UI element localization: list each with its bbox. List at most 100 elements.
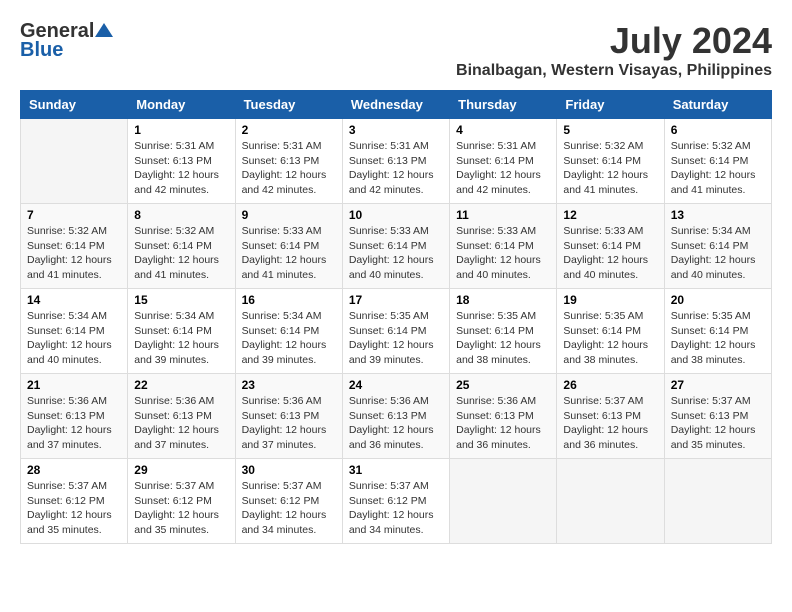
calendar-cell [21,119,128,204]
days-header-row: SundayMondayTuesdayWednesdayThursdayFrid… [21,91,772,119]
week-row-5: 28 Sunrise: 5:37 AMSunset: 6:12 PMDayligh… [21,459,772,544]
day-number: 14 [27,293,121,307]
calendar-cell: 12 Sunrise: 5:33 AMSunset: 6:14 PMDayligh… [557,204,664,289]
day-info: Sunrise: 5:35 AMSunset: 6:14 PMDaylight:… [349,309,443,368]
day-number: 27 [671,378,765,392]
day-number: 21 [27,378,121,392]
calendar-cell: 5 Sunrise: 5:32 AMSunset: 6:14 PMDaylight… [557,119,664,204]
day-info: Sunrise: 5:36 AMSunset: 6:13 PMDaylight:… [242,394,336,453]
day-info: Sunrise: 5:34 AMSunset: 6:14 PMDaylight:… [242,309,336,368]
calendar-cell: 3 Sunrise: 5:31 AMSunset: 6:13 PMDaylight… [342,119,449,204]
day-header-monday: Monday [128,91,235,119]
day-number: 3 [349,123,443,137]
day-number: 24 [349,378,443,392]
logo-blue-text: Blue [20,39,63,62]
calendar-cell: 23 Sunrise: 5:36 AMSunset: 6:13 PMDayligh… [235,374,342,459]
day-info: Sunrise: 5:37 AMSunset: 6:12 PMDaylight:… [242,479,336,538]
calendar-cell: 2Sunrise: 5:31 AMSunset: 6:13 PMDaylight… [235,119,342,204]
calendar-cell: 14 Sunrise: 5:34 AMSunset: 6:14 PMDayligh… [21,289,128,374]
calendar-cell: 7 Sunrise: 5:32 AMSunset: 6:14 PMDaylight… [21,204,128,289]
calendar-cell: 25 Sunrise: 5:36 AMSunset: 6:13 PMDayligh… [450,374,557,459]
calendar-cell [557,459,664,544]
day-number: 5 [563,123,657,137]
day-info: Sunrise: 5:35 AMSunset: 6:14 PMDaylight:… [456,309,550,368]
week-row-3: 14 Sunrise: 5:34 AMSunset: 6:14 PMDayligh… [21,289,772,374]
day-header-sunday: Sunday [21,91,128,119]
day-info: Sunrise: 5:34 AMSunset: 6:14 PMDaylight:… [27,309,121,368]
day-number: 18 [456,293,550,307]
day-number: 28 [27,463,121,477]
day-info: Sunrise: 5:36 AMSunset: 6:13 PMDaylight:… [134,394,228,453]
calendar-cell: 17 Sunrise: 5:35 AMSunset: 6:14 PMDayligh… [342,289,449,374]
calendar-cell [664,459,771,544]
calendar-cell: 13 Sunrise: 5:34 AMSunset: 6:14 PMDayligh… [664,204,771,289]
day-number: 7 [27,208,121,222]
day-number: 19 [563,293,657,307]
day-info: Sunrise: 5:32 AMSunset: 6:14 PMDaylight:… [134,224,228,283]
logo-bird-icon [95,23,113,41]
day-info: Sunrise: 5:33 AMSunset: 6:14 PMDaylight:… [349,224,443,283]
day-info: Sunrise: 5:35 AMSunset: 6:14 PMDaylight:… [563,309,657,368]
calendar-cell: 21Sunrise: 5:36 AMSunset: 6:13 PMDayligh… [21,374,128,459]
day-header-tuesday: Tuesday [235,91,342,119]
day-number: 30 [242,463,336,477]
day-info: Sunrise: 5:33 AMSunset: 6:14 PMDaylight:… [563,224,657,283]
location: Binalbagan, Western Visayas, Philippines [456,62,772,80]
day-info: Sunrise: 5:36 AMSunset: 6:13 PMDaylight:… [456,394,550,453]
header: General Blue July 2024 Binalbagan, Weste… [20,20,772,80]
calendar-cell: 11Sunrise: 5:33 AMSunset: 6:14 PMDayligh… [450,204,557,289]
day-number: 11 [456,208,550,222]
calendar-cell [450,459,557,544]
day-info: Sunrise: 5:36 AMSunset: 6:13 PMDaylight:… [349,394,443,453]
day-number: 17 [349,293,443,307]
calendar-cell: 22 Sunrise: 5:36 AMSunset: 6:13 PMDayligh… [128,374,235,459]
day-number: 15 [134,293,228,307]
day-info: Sunrise: 5:37 AMSunset: 6:13 PMDaylight:… [671,394,765,453]
day-info: Sunrise: 5:31 AMSunset: 6:13 PMDaylight:… [134,139,228,198]
week-row-1: 1 Sunrise: 5:31 AMSunset: 6:13 PMDaylight… [21,119,772,204]
day-number: 25 [456,378,550,392]
calendar-cell: 15 Sunrise: 5:34 AMSunset: 6:14 PMDayligh… [128,289,235,374]
day-number: 1 [134,123,228,137]
logo: General Blue [20,20,113,62]
title-section: July 2024 Binalbagan, Western Visayas, P… [456,20,772,80]
day-header-friday: Friday [557,91,664,119]
day-number: 9 [242,208,336,222]
day-number: 29 [134,463,228,477]
day-info: Sunrise: 5:32 AMSunset: 6:14 PMDaylight:… [563,139,657,198]
calendar-cell: 18 Sunrise: 5:35 AMSunset: 6:14 PMDayligh… [450,289,557,374]
calendar-cell: 31Sunrise: 5:37 AMSunset: 6:12 PMDayligh… [342,459,449,544]
week-row-4: 21 Sunrise: 5:36 AMSunset: 6:13 PMDayligh… [21,374,772,459]
day-info: Sunrise: 5:34 AMSunset: 6:14 PMDaylight:… [671,224,765,283]
calendar-cell: 30 Sunrise: 5:37 AMSunset: 6:12 PMDayligh… [235,459,342,544]
day-header-wednesday: Wednesday [342,91,449,119]
calendar-cell: 8 Sunrise: 5:32 AMSunset: 6:14 PMDaylight… [128,204,235,289]
calendar-cell: 27 Sunrise: 5:37 AMSunset: 6:13 PMDayligh… [664,374,771,459]
calendar-cell: 4Sunrise: 5:31 AMSunset: 6:14 PMDaylight… [450,119,557,204]
calendar-cell: 24 Sunrise: 5:36 AMSunset: 6:13 PMDayligh… [342,374,449,459]
day-header-saturday: Saturday [664,91,771,119]
day-number: 6 [671,123,765,137]
day-info: Sunrise: 5:31 AMSunset: 6:13 PMDaylight:… [349,139,443,198]
calendar-cell: 29 Sunrise: 5:37 AMSunset: 6:12 PMDayligh… [128,459,235,544]
day-number: 23 [242,378,336,392]
day-number: 26 [563,378,657,392]
day-number: 12 [563,208,657,222]
day-info: Sunrise: 5:32 AMSunset: 6:14 PMDaylight:… [27,224,121,283]
day-info: Sunrise: 5:37 AMSunset: 6:13 PMDaylight:… [563,394,657,453]
day-number: 13 [671,208,765,222]
day-info: Sunrise: 5:35 AMSunset: 6:14 PMDaylight:… [671,309,765,368]
month-year: July 2024 [456,20,772,62]
day-number: 8 [134,208,228,222]
day-info: Sunrise: 5:34 AMSunset: 6:14 PMDaylight:… [134,309,228,368]
week-row-2: 7 Sunrise: 5:32 AMSunset: 6:14 PMDaylight… [21,204,772,289]
day-number: 10 [349,208,443,222]
day-number: 22 [134,378,228,392]
day-info: Sunrise: 5:37 AMSunset: 6:12 PMDaylight:… [134,479,228,538]
day-info: Sunrise: 5:37 AMSunset: 6:12 PMDaylight:… [27,479,121,538]
day-info: Sunrise: 5:31 AMSunset: 6:13 PMDaylight:… [242,139,336,198]
calendar-cell: 10 Sunrise: 5:33 AMSunset: 6:14 PMDayligh… [342,204,449,289]
day-header-thursday: Thursday [450,91,557,119]
day-number: 31 [349,463,443,477]
calendar-cell: 6Sunrise: 5:32 AMSunset: 6:14 PMDaylight… [664,119,771,204]
